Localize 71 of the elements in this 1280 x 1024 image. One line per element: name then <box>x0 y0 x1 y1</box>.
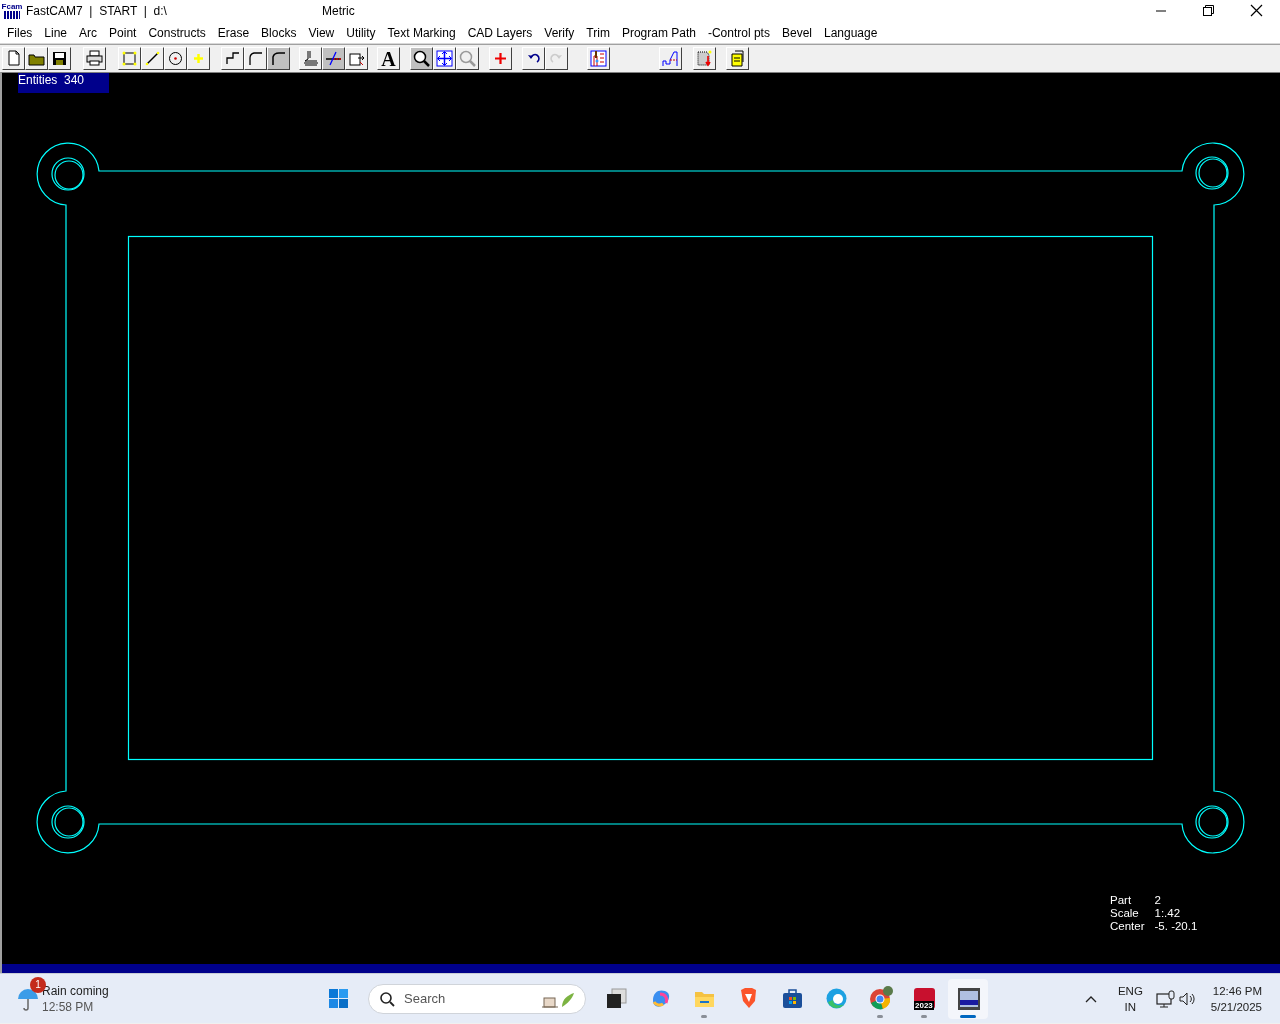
language-indicator[interactable]: ENG <box>1117 982 1143 999</box>
toolbar-button[interactable] <box>2 47 25 70</box>
menu-item[interactable]: Blocks <box>255 25 303 40</box>
info-value: 1:.42 <box>1154 907 1182 920</box>
toolbar-button[interactable] <box>25 47 48 70</box>
version-label: 2023 <box>914 1000 934 1010</box>
taskbar-app[interactable] <box>948 978 988 1019</box>
info-label: Center <box>1110 920 1145 933</box>
app-icon <box>823 986 849 1011</box>
text-tool-button[interactable]: A <box>377 47 400 70</box>
toolbar-button[interactable] <box>141 47 164 70</box>
menu-item[interactable]: Verify <box>538 25 581 40</box>
toolbar-button[interactable] <box>345 47 368 70</box>
weather-time: 12:58 PM <box>42 998 95 1015</box>
network-icon[interactable] <box>1154 988 1177 1009</box>
toolbar-button[interactable] <box>221 47 244 70</box>
app-icon <box>867 986 893 1011</box>
toolbar-button[interactable] <box>433 47 456 70</box>
entities-count: Entities 340 <box>18 73 109 93</box>
toolbar-button[interactable] <box>299 47 322 70</box>
toolbar-button[interactable] <box>48 47 71 70</box>
clock-date[interactable]: 5/21/2025 <box>1210 998 1262 1015</box>
info-value: -5. -20.1 <box>1154 920 1198 933</box>
units-label: Metric <box>322 4 356 18</box>
menu-item[interactable]: Language <box>818 25 884 40</box>
toolbar-button[interactable] <box>118 47 141 70</box>
toolbar-button[interactable] <box>267 47 290 70</box>
info-value: 2 <box>1154 894 1162 907</box>
menu-item[interactable]: Constructs <box>142 25 212 40</box>
toolbar-button[interactable] <box>322 47 345 70</box>
menu-item[interactable]: Trim <box>580 25 616 40</box>
toolbar-button[interactable] <box>187 47 210 70</box>
clock-time[interactable]: 12:46 PM <box>1212 982 1262 999</box>
info-label: Scale <box>1110 907 1140 920</box>
toolbar-button[interactable] <box>587 47 610 70</box>
tool-icon <box>457 48 478 69</box>
app-logo: Fcam <box>2 2 22 20</box>
window-title: FastCAM7 | START | d:\ <box>26 4 168 18</box>
toolbar-button[interactable] <box>659 47 682 70</box>
menu-item[interactable]: Point <box>103 25 143 40</box>
menu-item[interactable]: Program Path <box>615 25 702 40</box>
info-label: Part <box>1110 894 1133 907</box>
taskbar-app[interactable]: 2023 <box>904 978 944 1019</box>
search-field[interactable]: Search <box>368 983 586 1014</box>
toolbar-button[interactable] <box>410 47 433 70</box>
tool-icon <box>588 48 609 69</box>
search-icon <box>379 990 395 1007</box>
menu-item[interactable]: -Control pts <box>701 25 776 40</box>
language-indicator[interactable]: IN <box>1124 998 1137 1015</box>
menu-item[interactable]: Utility <box>340 25 382 40</box>
toolbar-button[interactable] <box>693 47 716 70</box>
menu-item[interactable]: Erase <box>211 25 256 40</box>
menu-item[interactable]: Files <box>1 25 39 40</box>
toolbar-button[interactable] <box>244 47 267 70</box>
app-icon <box>955 986 981 1011</box>
menu-item[interactable]: Arc <box>73 25 104 40</box>
menu-item[interactable]: Text Marking <box>381 25 462 40</box>
menu-item[interactable]: CAD Layers <box>461 25 539 40</box>
toolbar-button[interactable] <box>522 47 545 70</box>
tool-icon <box>434 48 455 69</box>
tool-icon <box>660 48 681 69</box>
toolbar-button[interactable] <box>726 47 749 70</box>
tool-icon <box>411 48 432 69</box>
menu-item[interactable]: Line <box>38 25 74 40</box>
toolbar-button[interactable] <box>164 47 187 70</box>
menu-item[interactable]: Bevel <box>775 25 818 40</box>
menu-item[interactable]: View <box>302 25 341 40</box>
toolbar-button[interactable] <box>83 47 106 70</box>
toolbar-button[interactable] <box>489 47 512 70</box>
toolbar-button[interactable] <box>456 47 479 70</box>
tool-icon <box>84 48 105 69</box>
